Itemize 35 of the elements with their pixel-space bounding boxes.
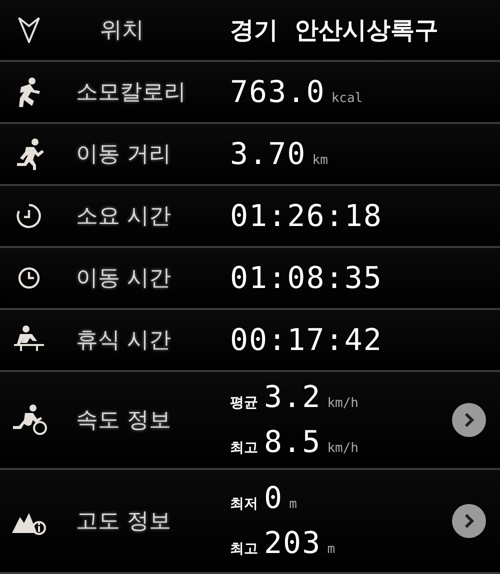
stat-label: 속도 정보 [75,407,171,435]
stat-label: 이동 시간 [75,265,171,293]
value-caption: 최고 [230,439,258,457]
unit-label: kcal [331,90,363,106]
stat-value: 01:08:35 [230,260,382,296]
unit-label: km/h [327,396,358,411]
stat-label: 소요 시간 [75,203,171,231]
value-caption: 최고 [230,540,258,558]
stat-label: 소모칼로리 [75,79,186,107]
stat-label: 고도 정보 [75,508,171,536]
stat-value: 8.5 [264,425,322,460]
value-caption: 평균 [230,394,258,412]
clock-icon [17,266,41,290]
running-figure-icon [14,138,44,170]
stat-value: 763.0 [230,74,326,110]
unit-label: m [289,497,297,512]
stat-label: 휴식 시간 [75,327,171,355]
stat-value: 0 [264,481,284,516]
stat-label: 이동 거리 [75,141,171,169]
stopwatch-icon [15,202,43,230]
runner-with-gauge-icon [11,404,47,436]
stat-value: 00:17:42 [230,322,382,358]
arrowhead-icon [18,17,40,43]
location-label: 위치 [99,17,144,45]
stat-value: 3.70 [230,136,306,172]
stat-value: 3.2 [264,380,322,415]
chevron-button[interactable] [452,403,486,437]
stat-value: 203 [264,526,322,561]
unit-label: km/h [327,441,358,456]
stat-value: 01:26:18 [230,198,382,234]
value-caption: 최저 [230,495,258,513]
unit-label: m [327,542,336,557]
location-value: 경기 안산시상록구 [230,15,440,46]
chevron-button[interactable] [452,504,486,538]
unit-label: km [312,152,328,168]
